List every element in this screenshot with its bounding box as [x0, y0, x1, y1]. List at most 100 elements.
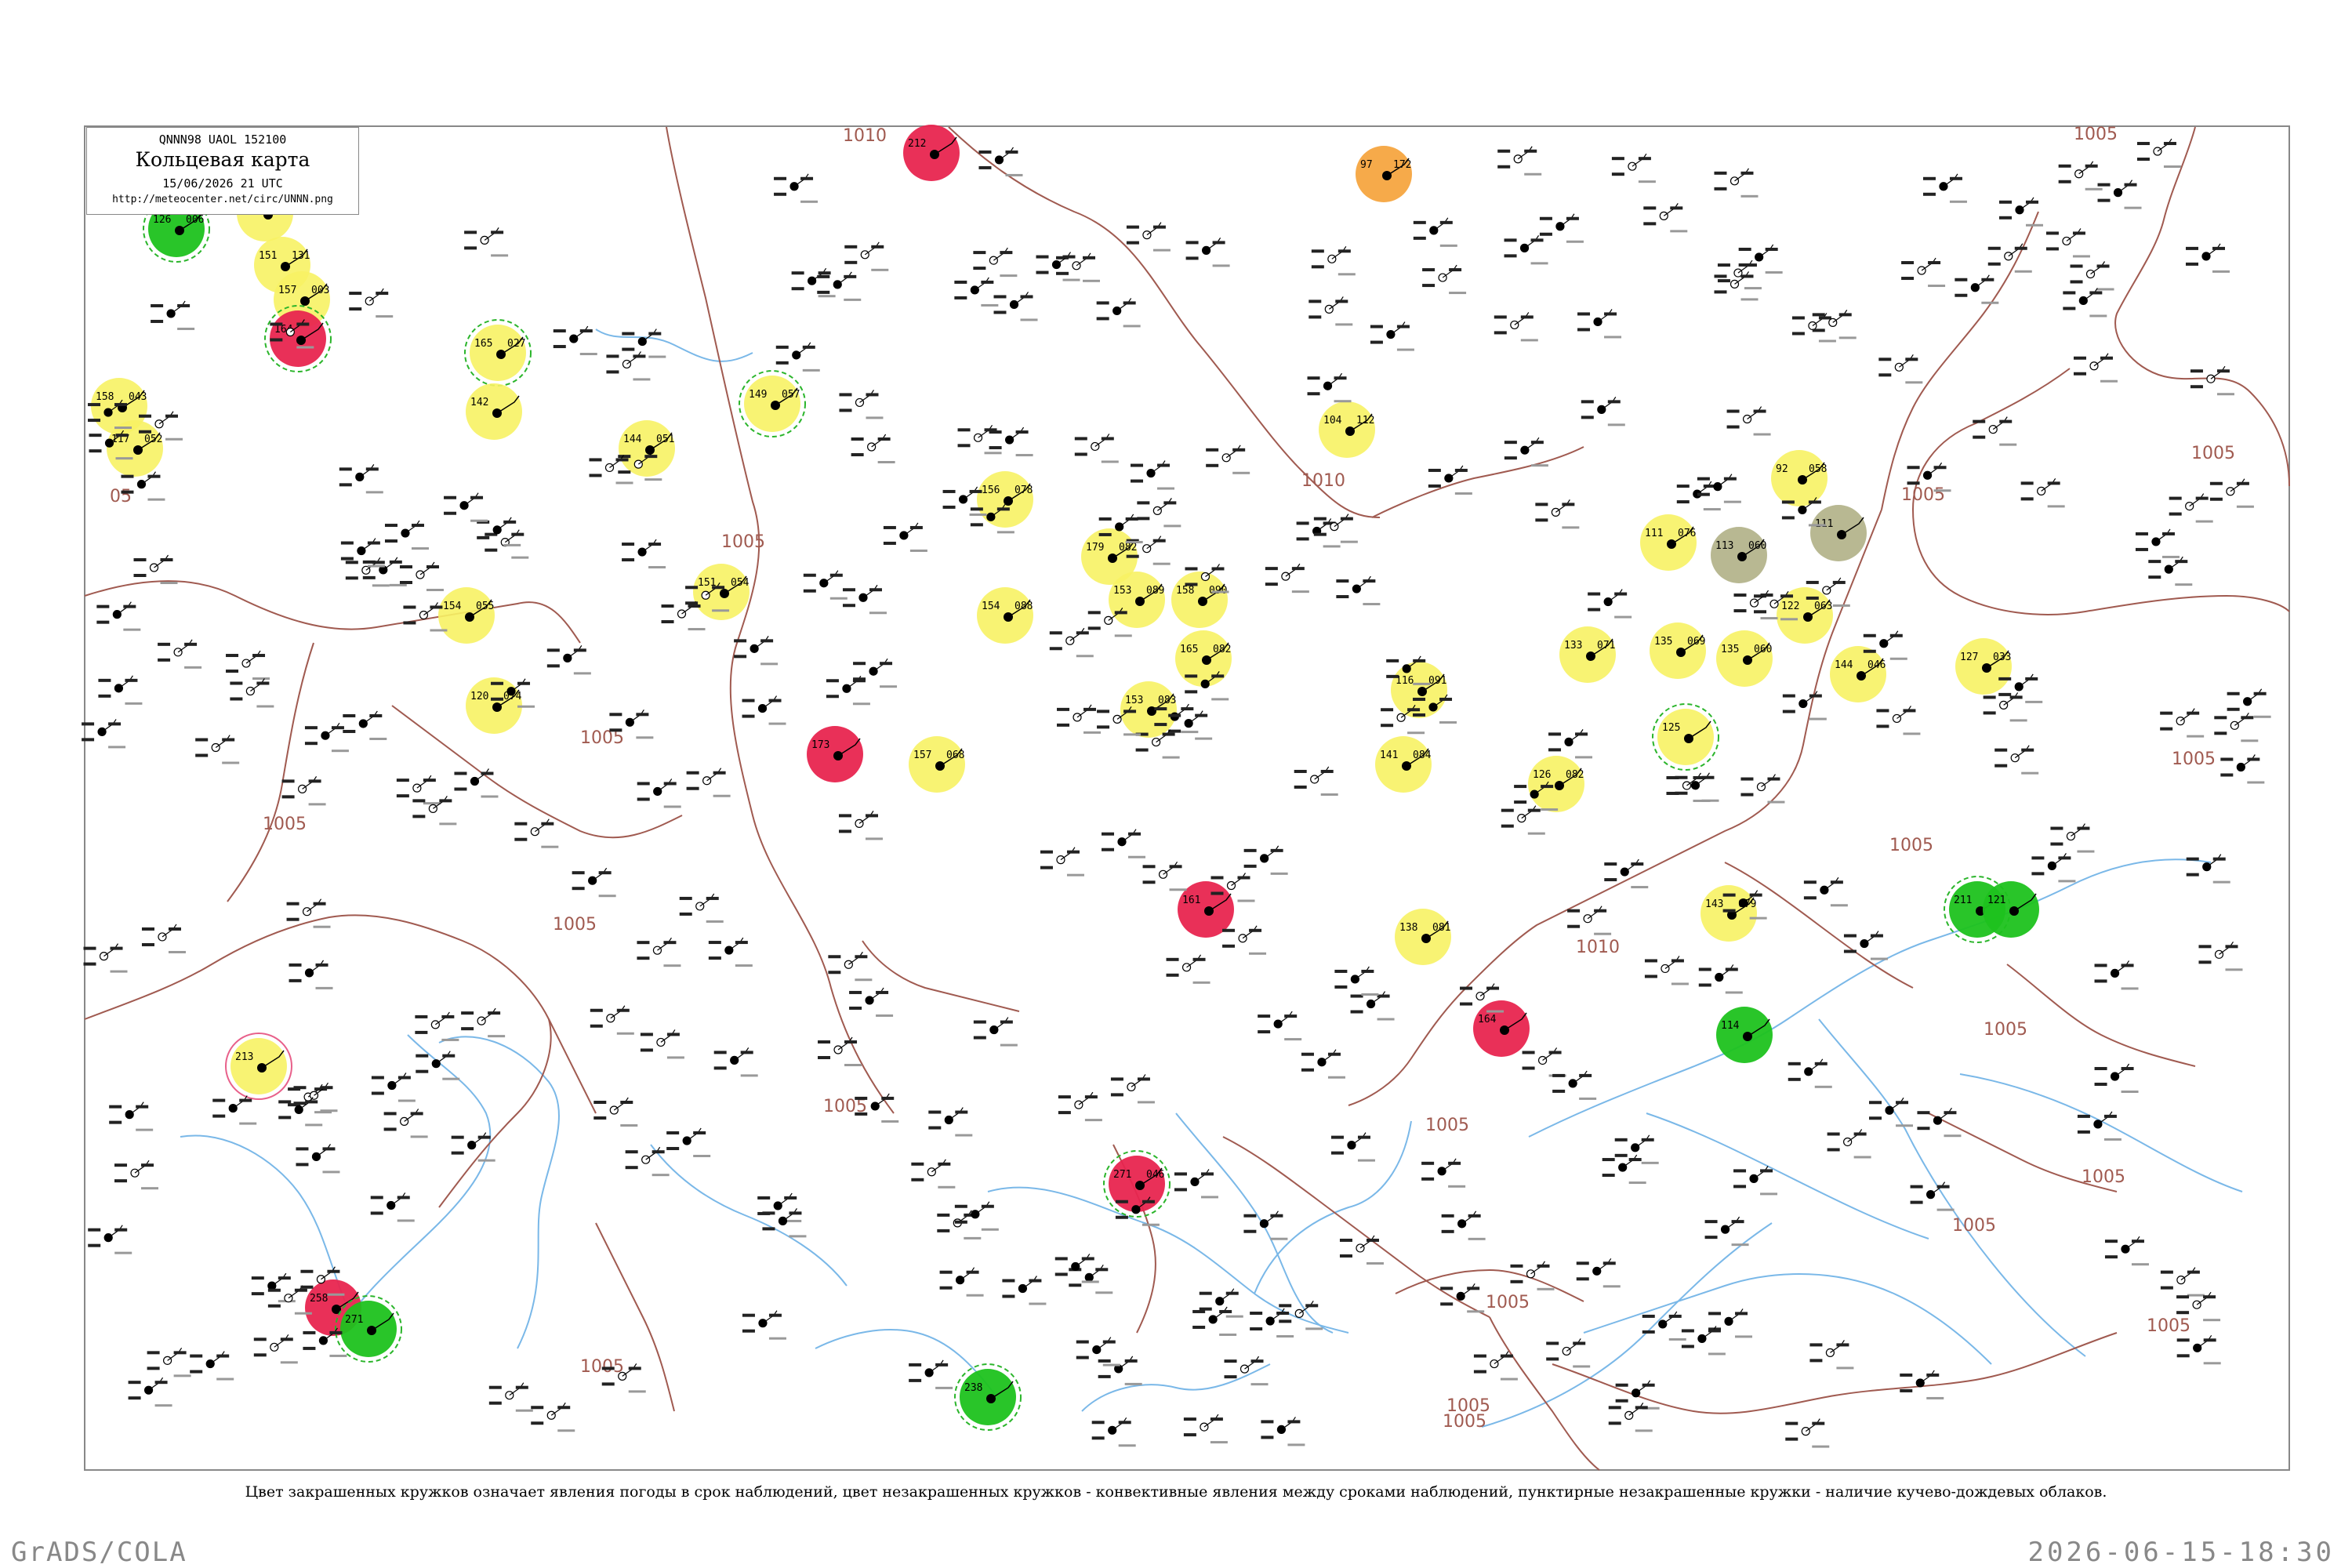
station-marker[interactable]: 111	[1810, 505, 1867, 561]
station-marker[interactable]: 144 046	[1830, 646, 1886, 702]
station-marker[interactable]: 173	[807, 726, 863, 782]
station-name-mark	[430, 629, 448, 632]
station-marker[interactable]: 153 083	[1120, 681, 1177, 738]
station-marker[interactable]: 113 060	[1711, 527, 1767, 583]
station-tendency: 060	[1748, 540, 1766, 552]
station-marker[interactable]: 158090	[1171, 572, 1228, 628]
station-value-mark	[1827, 1148, 1840, 1152]
station-value-mark	[1676, 500, 1690, 504]
station-value-mark	[1907, 466, 1920, 470]
station-marker[interactable]: 125	[1652, 703, 1719, 771]
station-value-mark	[1439, 697, 1453, 701]
station-marker[interactable]: 135 060	[1716, 630, 1773, 687]
station-name-mark	[1323, 545, 1341, 548]
station-value-mark	[1396, 325, 1410, 328]
station-name-mark	[470, 519, 488, 522]
station-marker[interactable]: 141 084	[1375, 736, 1432, 793]
station-value-mark	[800, 176, 814, 180]
station-value-mark	[1576, 1277, 1589, 1281]
station-symbol	[954, 277, 999, 307]
station-symbol	[828, 951, 873, 982]
station-symbol	[128, 1377, 172, 1407]
station-marker[interactable]: 121	[1983, 881, 2039, 938]
station-value-mark	[1530, 441, 1544, 445]
station-symbol	[1708, 1308, 1753, 1338]
station-marker[interactable]: 104 112	[1319, 401, 1375, 458]
station-value-mark	[147, 1351, 160, 1355]
station-marker[interactable]: 165 082	[1175, 630, 1232, 687]
station-marker[interactable]: 144 051	[619, 420, 675, 477]
station-value-mark	[1123, 710, 1137, 713]
station-marker[interactable]: 135 069	[1650, 622, 1706, 679]
station-marker[interactable]: 126 082	[1528, 756, 1584, 812]
station-value-mark	[2198, 960, 2212, 964]
station-marker[interactable]: 127 033	[1955, 638, 2012, 695]
station-symbol	[531, 1402, 575, 1432]
station-marker[interactable]: 157 068	[909, 736, 965, 793]
station-value-mark	[1644, 975, 1657, 978]
station-marker[interactable]: 120 074	[466, 677, 522, 734]
station-value-mark	[1740, 777, 1754, 781]
station-value-mark	[609, 728, 622, 732]
station-marker[interactable]: 97 172	[1356, 146, 1412, 202]
station-symbol	[993, 292, 1038, 321]
station-marker[interactable]: 133 071	[1559, 626, 1616, 683]
station-value-mark	[1095, 1268, 1109, 1272]
station-marker[interactable]: 138 081	[1395, 909, 1451, 965]
station-name-mark	[981, 303, 999, 307]
station-value-mark	[622, 332, 635, 336]
station-name-mark	[1114, 634, 1132, 637]
station-value-mark	[590, 1024, 603, 1028]
station-symbol	[2209, 478, 2254, 508]
station-symbol	[637, 937, 681, 967]
station-value-mark	[2021, 748, 2034, 752]
station-value-mark	[622, 558, 635, 562]
source-url[interactable]: http://meteocenter.net/circ/UNNN.png	[87, 194, 358, 205]
station-name-mark	[1838, 336, 1857, 339]
stations-layer: 1260060931511311570031641650271580431170…	[91, 125, 2039, 1431]
station-name-mark	[1725, 991, 1743, 994]
station-marker[interactable]: 92 058	[1771, 450, 1828, 506]
station-marker[interactable]: 212	[903, 125, 960, 181]
station-name-mark	[2203, 1319, 2221, 1322]
station-marker[interactable]: 271	[335, 1295, 402, 1363]
station-name-mark	[1270, 872, 1288, 875]
station-value-mark	[1936, 1185, 1950, 1189]
station-name-mark	[1118, 1444, 1136, 1447]
station-name-mark	[1338, 273, 1356, 276]
station-name-mark	[322, 1171, 340, 1174]
station-name-mark	[2124, 206, 2142, 209]
station-marker[interactable]: 165 027	[464, 319, 532, 387]
station-marker[interactable]: 164	[1473, 1000, 1530, 1057]
station-value-mark	[1219, 1309, 1232, 1313]
station-name-mark	[1000, 1044, 1018, 1047]
station-marker[interactable]: 156 078	[977, 471, 1033, 528]
station-value-mark	[935, 1363, 949, 1367]
station-marker[interactable]: 213	[225, 1033, 292, 1100]
station-value-mark	[1334, 969, 1348, 973]
station-name-mark	[165, 437, 183, 441]
station-tendency: 068	[946, 750, 964, 761]
station-value-mark	[412, 815, 426, 818]
station-name-mark	[1836, 1367, 1854, 1370]
station-marker[interactable]: 111 076	[1640, 514, 1697, 571]
station-value-mark	[1753, 409, 1766, 413]
station-marker[interactable]: 154 088	[977, 587, 1033, 644]
station-value-mark	[708, 941, 721, 945]
station-value-mark	[1614, 1153, 1628, 1157]
station-name-mark	[115, 457, 133, 460]
station-marker[interactable]: 153 089	[1109, 572, 1165, 628]
station-marker[interactable]: 142	[466, 383, 522, 440]
station-symbol	[96, 601, 141, 631]
station-value-mark	[1473, 1354, 1486, 1358]
station-marker[interactable]: 149 057	[739, 370, 806, 437]
station-name-mark	[1083, 279, 1101, 282]
station-marker[interactable]: 114	[1716, 1007, 1773, 1063]
station-tendency: 046	[1146, 1169, 1164, 1181]
station-value-mark	[403, 621, 416, 625]
station-marker[interactable]: 154 055	[438, 587, 495, 644]
station-value-mark	[2135, 532, 2148, 535]
station-marker[interactable]: 238	[954, 1363, 1022, 1431]
station-name-mark	[252, 677, 270, 681]
station-value-mark	[616, 1008, 630, 1012]
